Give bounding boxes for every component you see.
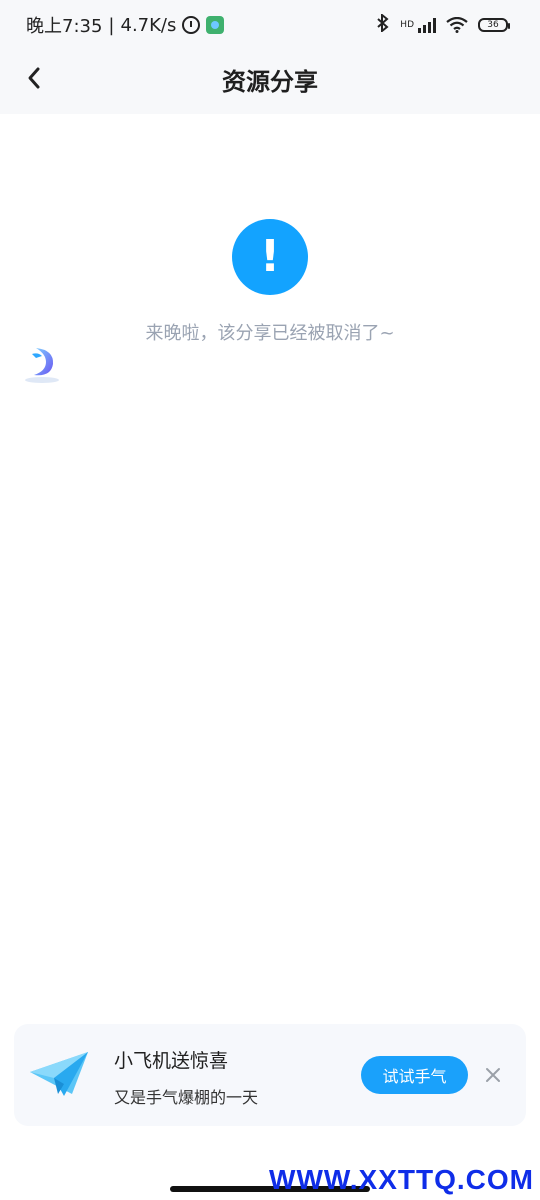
nav-bar: 资源分享 bbox=[0, 44, 540, 114]
try-luck-button[interactable]: 试试手气 bbox=[361, 1056, 468, 1094]
hd-label: HD bbox=[400, 20, 414, 30]
paper-plane-icon bbox=[28, 1048, 90, 1100]
promo-subtitle: 又是手气爆棚的一天 bbox=[114, 1088, 259, 1107]
battery-level: 36 bbox=[487, 20, 499, 30]
alert-symbol: ! bbox=[259, 231, 281, 282]
status-right: HD 36 bbox=[376, 12, 510, 36]
promo-title: 小飞机送惊喜 bbox=[114, 1050, 229, 1072]
network-speed: 4.7K/s bbox=[120, 14, 177, 36]
status-message: 来晚啦，该分享已经被取消了~ bbox=[145, 323, 395, 344]
promo-card: 小飞机送惊喜 又是手气爆棚的一天 试试手气 bbox=[14, 1024, 526, 1126]
floating-assistant-icon[interactable] bbox=[24, 344, 60, 384]
close-icon[interactable] bbox=[484, 1066, 502, 1084]
battery-icon: 36 bbox=[478, 18, 510, 32]
signal-icon bbox=[418, 17, 436, 33]
wifi-icon bbox=[446, 16, 468, 33]
alarm-icon bbox=[182, 16, 201, 34]
watermark: WWW.XXTTQ.COM bbox=[269, 1164, 534, 1195]
status-bar: 晚上7:35 | 4.7K/s HD 36 bbox=[0, 0, 540, 44]
status-time: 晚上7:35 bbox=[26, 16, 103, 37]
app-notification-icon bbox=[206, 16, 225, 34]
exclamation-icon: ! bbox=[232, 219, 308, 295]
status-left: 晚上7:35 | 4.7K/s bbox=[26, 12, 225, 38]
bluetooth-icon bbox=[376, 12, 390, 36]
page-title: 资源分享 bbox=[222, 68, 318, 96]
status-separator: | bbox=[108, 14, 115, 36]
